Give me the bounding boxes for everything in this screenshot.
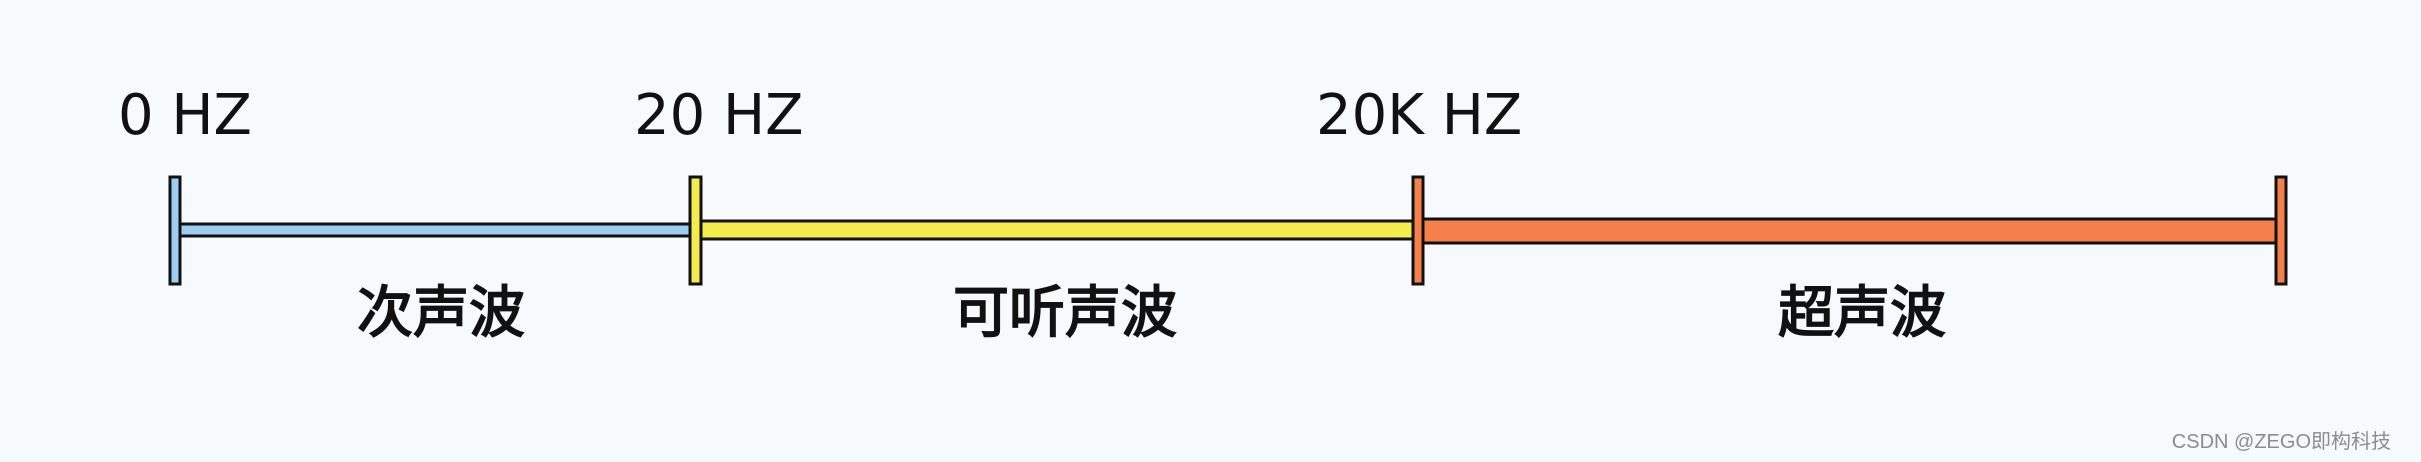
watermark-text: CSDN @ZEGO即构科技 — [2171, 431, 2391, 453]
ultrasound-bar — [1419, 217, 2279, 245]
tick-20hz — [688, 175, 703, 286]
tick-0hz — [168, 175, 182, 286]
label-ultrasound: 超声波 — [1778, 281, 1946, 346]
tick-end — [2274, 175, 2288, 286]
label-audible: 可听声波 — [953, 281, 1177, 346]
audible-bar — [697, 219, 1416, 241]
label-20hz: 20 HZ — [634, 83, 804, 148]
label-0hz: 0 HZ — [118, 83, 252, 148]
label-infrasound: 次声波 — [357, 281, 525, 346]
label-20khz: 20K HZ — [1316, 83, 1523, 148]
infrasound-bar — [172, 222, 694, 238]
frequency-spectrum-diagram — [168, 175, 2288, 286]
tick-20khz — [1411, 175, 1425, 286]
